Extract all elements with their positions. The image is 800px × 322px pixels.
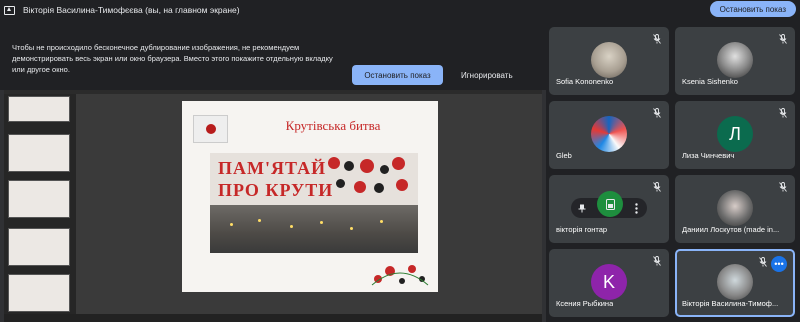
tile-controls (571, 191, 647, 218)
participant-tile[interactable]: K Ксения Рыбкина (549, 249, 669, 317)
avatar: K (591, 264, 627, 300)
screen-share-warning: Чтобы не происходило бесконечное дублиро… (0, 20, 546, 90)
avatar (717, 190, 753, 226)
participant-tile[interactable]: Gleb (549, 101, 669, 169)
present-screen-icon (4, 5, 15, 15)
slide-thumbnail (8, 134, 70, 172)
avatar (717, 42, 753, 78)
participant-name: Вікторія Василина-Тимоф... (682, 299, 779, 308)
slide-thumbnail (8, 228, 70, 266)
slide-headline-line: ПАМ'ЯТАЙ (218, 158, 327, 178)
pin-icon[interactable] (574, 200, 590, 216)
participant-name: Ксения Рыбкина (556, 299, 614, 308)
mic-off-icon (779, 34, 787, 44)
warning-ignore-button[interactable]: Игнорировать (455, 65, 519, 85)
warning-stop-button[interactable]: Остановить показ (352, 65, 443, 85)
slide-thumbnail (8, 274, 70, 312)
avatar (591, 116, 627, 152)
mic-off-icon (779, 108, 787, 118)
mic-off-icon (759, 257, 767, 267)
warning-text: Чтобы не происходило бесконечное дублиро… (12, 43, 333, 74)
stop-presenting-button[interactable]: Остановить показ (709, 1, 796, 17)
slide-thumbnail (8, 180, 70, 218)
minimize-tile-icon[interactable] (597, 191, 623, 217)
participant-name: Даниил Лоскутов (made in... (682, 225, 780, 234)
mic-off-icon (779, 182, 787, 192)
mic-off-icon (653, 256, 661, 266)
slide-photo (210, 205, 418, 253)
current-slide: Крутівська битва ПАМ'ЯТАЙ ПРО КРУТИ (182, 101, 438, 292)
participant-name: Лиза Чинчевич (682, 151, 735, 160)
emblem-image (193, 115, 228, 143)
slide-thumbnail (8, 96, 70, 122)
more-options-icon[interactable] (628, 200, 644, 216)
avatar (591, 42, 627, 78)
participant-tile[interactable]: Sofia Kononenko (549, 27, 669, 95)
more-options-icon[interactable]: ••• (771, 256, 787, 272)
participant-tile-self[interactable]: ••• Вікторія Василина-Тимоф... (675, 249, 795, 317)
slide-headline-line: ПРО КРУТИ (218, 180, 334, 200)
slide-thumbnails (4, 94, 76, 322)
mic-off-icon (653, 108, 661, 118)
participant-name: вікторія гонтар (556, 225, 608, 234)
slide-headline: ПАМ'ЯТАЙ ПРО КРУТИ (218, 157, 333, 201)
mic-off-icon (653, 182, 661, 192)
participant-name: Gleb (556, 151, 572, 160)
participant-tile[interactable]: вікторія гонтар (549, 175, 669, 243)
embroidery-ornament (371, 265, 429, 286)
participant-tile[interactable]: Даниил Лоскутов (made in... (675, 175, 795, 243)
top-bar: Вікторія Василина-Тимофєєва (вы, на глав… (0, 0, 800, 20)
app-status-bar (4, 314, 542, 322)
participant-name: Ksenia Sishenko (682, 77, 738, 86)
participant-tile[interactable]: Ksenia Sishenko (675, 27, 795, 95)
avatar (717, 264, 753, 300)
mic-off-icon (653, 34, 661, 44)
participant-tile[interactable]: Л Лиза Чинчевич (675, 101, 795, 169)
slide-title: Крутівська битва (285, 118, 381, 133)
avatar: Л (717, 116, 753, 152)
participant-name: Sofia Kononenko (556, 77, 614, 86)
presenter-title: Вікторія Василина-Тимофєєва (вы, на глав… (23, 5, 240, 15)
